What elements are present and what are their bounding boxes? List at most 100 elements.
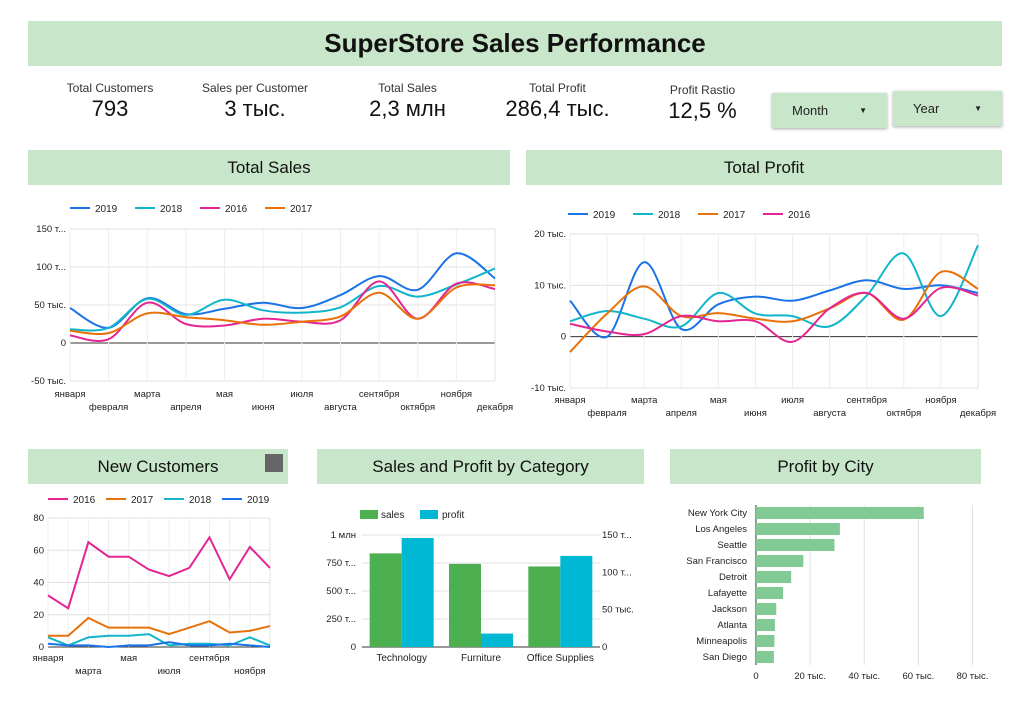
category-label: Office Supplies	[527, 653, 594, 664]
new-customers-y-tick: 80	[33, 513, 44, 524]
city-label: Los Angeles	[695, 524, 747, 535]
total-profit-x-tick: апреля	[666, 408, 697, 419]
category-right-tick: 150 т...	[602, 530, 632, 541]
total-profit-x-tick: декабря	[960, 408, 996, 419]
new-customers-y-tick: 60	[33, 545, 44, 556]
new-customers-series-2017	[48, 616, 271, 637]
total-sales-legend-label: 2018	[160, 204, 183, 215]
total-profit-y-tick: -10 тыс.	[531, 383, 566, 394]
total-profit-x-tick: января	[555, 395, 586, 406]
total-profit-x-tick: марта	[631, 395, 658, 406]
city-label: New York City	[688, 508, 747, 519]
city-bar	[756, 523, 840, 535]
total-profit-x-tick: августа	[813, 408, 846, 419]
new-customers-legend-label: 2018	[189, 495, 212, 506]
city-x-tick: 80 тыс.	[957, 671, 989, 682]
new-customers-x-tick: января	[33, 653, 64, 664]
city-label: Jackson	[712, 604, 747, 615]
new-customers-y-tick: 40	[33, 578, 44, 589]
city-label: Minneapolis	[696, 636, 747, 647]
city-bar	[756, 619, 775, 631]
sales-legend-swatch	[360, 510, 378, 519]
new-customers-y-tick: 0	[39, 642, 44, 653]
city-bar	[756, 507, 924, 519]
city-label: San Francisco	[686, 556, 747, 567]
category-right-tick: 50 тыс.	[602, 605, 634, 616]
total-profit-x-tick: июля	[781, 395, 804, 406]
new-customers-legend-label: 2017	[131, 495, 154, 506]
city-bar	[756, 571, 792, 583]
sales-bar	[369, 553, 402, 647]
city-x-tick: 0	[753, 671, 758, 682]
new-customers-x-tick: марта	[75, 666, 102, 677]
profit-bar	[560, 555, 593, 647]
city-bar	[756, 635, 775, 647]
new-customers-x-tick: июля	[158, 666, 181, 677]
category-label: Furniture	[461, 653, 501, 664]
category-left-tick: 1 млн	[331, 530, 356, 541]
profit-legend-label: profit	[442, 510, 464, 521]
city-x-tick: 60 тыс.	[902, 671, 934, 682]
city-label: Atlanta	[717, 620, 747, 631]
total-sales-legend-label: 2017	[290, 204, 313, 215]
total-sales-legend-label: 2019	[95, 204, 118, 215]
total-sales-legend-label: 2016	[225, 204, 248, 215]
total-profit-legend-label: 2016	[788, 210, 811, 221]
category-label: Technology	[376, 653, 427, 664]
category-left-tick: 750 т...	[326, 558, 356, 569]
total-sales-x-tick: мая	[216, 389, 233, 400]
total-profit-series-2018	[569, 244, 979, 329]
sales-bar	[528, 566, 561, 647]
total-profit-x-tick: февраля	[587, 408, 626, 419]
total-sales-x-tick: марта	[134, 389, 161, 400]
total-sales-x-tick: августа	[324, 402, 357, 413]
sales-bar	[449, 563, 481, 647]
new-customers-series-2016	[47, 535, 271, 610]
total-profit-x-tick: ноября	[925, 395, 956, 406]
total-sales-x-tick: сентября	[359, 389, 400, 400]
total-profit-y-tick: 20 тыс.	[534, 229, 566, 240]
category-right-tick: 100 т...	[602, 567, 632, 578]
new-customers-x-tick: мая	[120, 653, 137, 664]
city-x-tick: 40 тыс.	[848, 671, 880, 682]
total-profit-y-tick: 10 тыс.	[534, 280, 566, 291]
total-sales-y-tick: 100 т...	[36, 262, 66, 273]
total-profit-legend-label: 2018	[658, 210, 681, 221]
total-sales-y-tick: 0	[61, 338, 66, 349]
total-profit-x-tick: мая	[710, 395, 727, 406]
total-profit-legend-label: 2017	[723, 210, 746, 221]
category-left-tick: 0	[351, 642, 356, 653]
category-left-tick: 250 т...	[326, 614, 356, 625]
city-label: Seattle	[717, 540, 747, 551]
new-customers-x-tick: сентября	[189, 653, 230, 664]
city-label: San Diego	[703, 652, 747, 663]
city-label: Detroit	[719, 572, 747, 583]
city-bar	[756, 555, 804, 567]
profit-bar	[481, 633, 513, 647]
city-x-tick: 20 тыс.	[794, 671, 826, 682]
total-profit-x-tick: июня	[744, 408, 767, 419]
profit-bar	[401, 537, 434, 647]
new-customers-y-tick: 20	[33, 610, 44, 621]
total-sales-y-tick: 150 т...	[36, 224, 66, 235]
total-sales-x-tick: июня	[252, 402, 275, 413]
sales-legend-label: sales	[381, 510, 404, 521]
city-label: Lafayette	[708, 588, 747, 599]
total-sales-x-tick: ноября	[441, 389, 472, 400]
total-sales-series-2019	[69, 252, 496, 329]
total-sales-y-tick: 50 тыс.	[34, 300, 66, 311]
city-bar	[756, 651, 774, 663]
new-customers-legend-label: 2016	[73, 495, 96, 506]
total-sales-y-tick: -50 тыс.	[31, 376, 66, 387]
new-customers-x-tick: ноября	[234, 666, 265, 677]
total-profit-x-tick: сентября	[846, 395, 887, 406]
total-profit-y-tick: 0	[561, 332, 566, 343]
total-sales-x-tick: октября	[400, 402, 435, 413]
profit-legend-swatch	[420, 510, 438, 519]
total-profit-x-tick: октября	[886, 408, 921, 419]
total-sales-x-tick: апреля	[170, 402, 201, 413]
total-sales-x-tick: февраля	[89, 402, 128, 413]
city-bar	[756, 603, 777, 615]
new-customers-legend-label: 2019	[247, 495, 270, 506]
category-left-tick: 500 т...	[326, 586, 356, 597]
